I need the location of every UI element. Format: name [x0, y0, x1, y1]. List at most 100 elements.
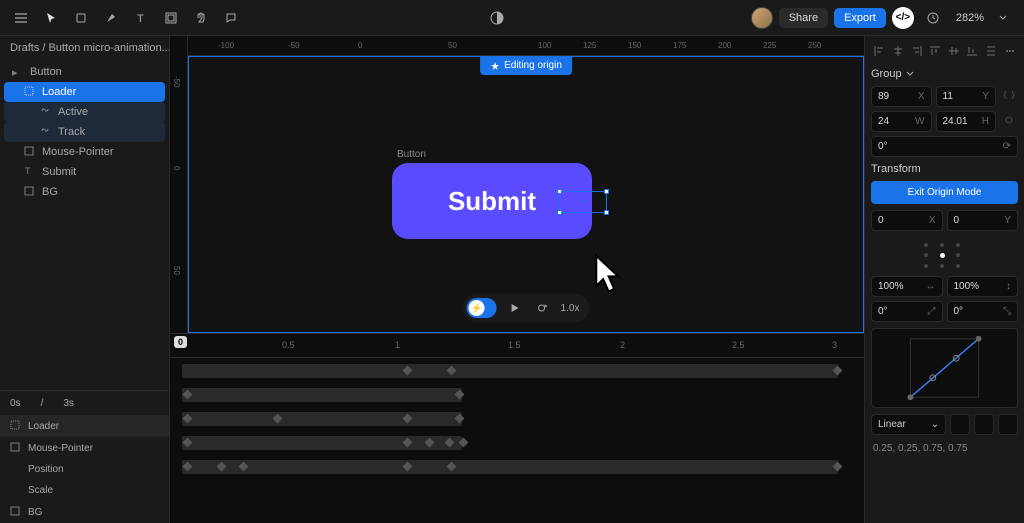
vertical-ruler: -50 0 50: [170, 36, 188, 333]
loop-toggle[interactable]: ⚡: [467, 298, 497, 318]
properties-panel: Group 89X 11Y 24W 24.01H 0°⟳ Transform E…: [864, 36, 1024, 523]
selection-box[interactable]: ✦: [559, 191, 607, 213]
ease-preset-icon[interactable]: [974, 414, 994, 435]
scale-x-input[interactable]: 100%↔: [871, 276, 943, 297]
editing-origin-badge: Editing origin: [480, 56, 572, 75]
tree-label: Active: [58, 106, 88, 118]
tree-label: Mouse-Pointer: [42, 146, 114, 158]
tree-item-bg[interactable]: BG: [4, 182, 165, 202]
selection-handle[interactable]: [557, 189, 562, 194]
track-row[interactable]: [176, 408, 858, 430]
ease-preset-icon[interactable]: [998, 414, 1018, 435]
hand-tool-icon[interactable]: [188, 5, 214, 31]
scale-y-input[interactable]: 100%↕: [947, 276, 1019, 297]
timeline[interactable]: 0 0.5 1 1.5 2 2.5 3: [170, 333, 864, 523]
align-bottom-icon[interactable]: [964, 42, 981, 60]
selection-handle[interactable]: [604, 189, 609, 194]
lock-ratio-icon[interactable]: [1000, 111, 1018, 129]
tree-label: Track: [58, 126, 85, 138]
y-input[interactable]: 11Y: [936, 86, 997, 107]
align-center-h-icon[interactable]: [890, 42, 907, 60]
timeline-track-mouse[interactable]: Mouse-Pointer: [0, 437, 169, 459]
canvas[interactable]: Editing origin Button Submit ✦ ⚡: [188, 56, 864, 333]
x-input[interactable]: 89X: [871, 86, 932, 107]
timeline-track-scale[interactable]: Scale: [0, 480, 169, 501]
selection-handle[interactable]: [557, 210, 562, 215]
svg-text:T: T: [25, 166, 31, 176]
easing-select[interactable]: Linear⌄: [871, 414, 946, 435]
tree-item-loader[interactable]: Loader: [4, 82, 165, 102]
contrast-icon[interactable]: [484, 5, 510, 31]
user-avatar[interactable]: [751, 7, 773, 29]
text-tool-icon[interactable]: T: [128, 5, 154, 31]
zoom-chevron-icon[interactable]: [990, 5, 1016, 31]
h-input[interactable]: 24.01H: [936, 111, 997, 132]
tree-label: Submit: [42, 166, 76, 178]
tree-item-button[interactable]: ▸Button: [4, 62, 165, 82]
timeline-track-bg[interactable]: BG: [0, 501, 169, 523]
more-align-icon[interactable]: [1001, 42, 1018, 60]
transform-x-input[interactable]: 0X: [871, 210, 943, 231]
track-row[interactable]: [176, 360, 858, 382]
align-tools: [871, 42, 1018, 60]
timeline-range: 0s/3s: [0, 391, 169, 415]
tree-item-submit[interactable]: T Submit: [4, 162, 165, 182]
selection-handle[interactable]: [604, 210, 609, 215]
history-icon[interactable]: [920, 5, 946, 31]
playback-speed[interactable]: 1.0x: [561, 303, 586, 314]
align-center-v-icon[interactable]: [946, 42, 963, 60]
tree-label: Loader: [42, 86, 76, 98]
export-button[interactable]: Export: [834, 8, 886, 28]
track-row[interactable]: [176, 456, 858, 478]
top-toolbar: T Share Export </> 282%: [0, 0, 1024, 36]
transform-section-header: Transform: [871, 163, 1018, 175]
origin-selector[interactable]: [871, 235, 1018, 276]
w-input[interactable]: 24W: [871, 111, 932, 132]
element-label: Button: [397, 149, 426, 160]
exit-origin-mode-button[interactable]: Exit Origin Mode: [871, 181, 1018, 204]
align-left-icon[interactable]: [871, 42, 888, 60]
tree-item-track[interactable]: Track: [4, 122, 165, 142]
tree-item-active[interactable]: Active: [4, 102, 165, 122]
shape-tool-icon[interactable]: [68, 5, 94, 31]
cursor-tool-icon[interactable]: [38, 5, 64, 31]
playback-controls: ⚡ 1.0x: [463, 294, 590, 322]
bezier-values[interactable]: 0.25, 0.25, 0.75, 0.75: [871, 439, 1018, 458]
tree-item-mouse-pointer[interactable]: Mouse-Pointer: [4, 142, 165, 162]
breadcrumb[interactable]: Drafts / Button micro-animation...: [0, 36, 169, 60]
align-top-icon[interactable]: [927, 42, 944, 60]
share-button[interactable]: Share: [779, 8, 828, 28]
layers-panel: Drafts / Button micro-animation... ▸Butt…: [0, 36, 170, 523]
easing-curve[interactable]: [871, 328, 1018, 408]
mouse-pointer-icon: [593, 253, 627, 297]
timeline-track-position[interactable]: Position: [0, 459, 169, 480]
tree-label: Button: [30, 66, 62, 78]
timeline-ruler[interactable]: 0 0.5 1 1.5 2 2.5 3: [170, 334, 864, 358]
zoom-level[interactable]: 282%: [956, 12, 984, 24]
playhead[interactable]: 0: [174, 336, 187, 348]
timeline-track-loader[interactable]: Loader: [0, 415, 169, 437]
svg-text:T: T: [137, 13, 144, 25]
distribute-icon[interactable]: [983, 42, 1000, 60]
comment-tool-icon[interactable]: [218, 5, 244, 31]
ease-preset-icon[interactable]: [950, 414, 970, 435]
play-button[interactable]: [505, 298, 525, 318]
track-row[interactable]: [176, 432, 858, 454]
horizontal-ruler: -100 -50 0 50 100 125 150 175 200 225 25…: [188, 36, 864, 56]
rotation-input[interactable]: 0°⟳: [871, 136, 1018, 157]
skew-y-input[interactable]: 0°⤡: [947, 301, 1019, 322]
origin-marker-icon[interactable]: ✦: [580, 198, 587, 207]
align-right-icon[interactable]: [908, 42, 925, 60]
flip-h-icon[interactable]: [1000, 86, 1018, 104]
tree-label: BG: [42, 186, 58, 198]
loop-button[interactable]: [533, 298, 553, 318]
bolt-icon: ⚡: [469, 300, 485, 316]
group-section-header[interactable]: Group: [871, 68, 1018, 80]
artboard-tool-icon[interactable]: [158, 5, 184, 31]
skew-x-input[interactable]: 0°⤢: [871, 301, 943, 322]
hamburger-icon[interactable]: [8, 5, 34, 31]
pen-tool-icon[interactable]: [98, 5, 124, 31]
code-button[interactable]: </>: [892, 7, 914, 29]
transform-y-input[interactable]: 0Y: [947, 210, 1019, 231]
track-row[interactable]: [176, 384, 858, 406]
